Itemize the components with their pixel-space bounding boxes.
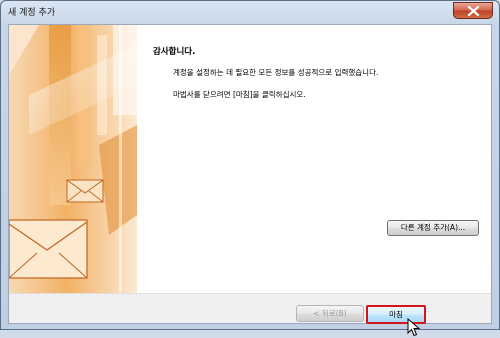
page-heading: 감사합니다. — [153, 47, 196, 57]
footer-divider — [9, 293, 491, 294]
envelope-large-icon — [9, 219, 88, 279]
add-account-dialog: 새 계정 추가 감사합니다. 계정을 설정하는 데 필요한 모든 정보를 성공적… — [0, 0, 500, 337]
close-button[interactable] — [453, 2, 493, 19]
add-another-account-button[interactable]: 다른 계정 추가(A)... — [387, 220, 479, 236]
dialog-client-area: 감사합니다. 계정을 설정하는 데 필요한 모든 정보를 성공적으로 입력했습니… — [8, 24, 492, 337]
close-icon — [467, 6, 480, 16]
back-button[interactable]: < 뒤로(B) — [296, 305, 364, 322]
success-message: 계정을 설정하는 데 필요한 모든 정보를 성공적으로 입력했습니다. — [173, 68, 379, 77]
finish-instruction: 마법사를 닫으려면 [마침]을 클릭하십시오. — [173, 90, 306, 99]
mouse-cursor-icon — [407, 318, 421, 337]
wizard-side-art — [9, 25, 137, 293]
envelope-icon — [66, 179, 104, 203]
window-title: 새 계정 추가 — [8, 8, 56, 18]
title-bar[interactable]: 새 계정 추가 — [1, 1, 499, 23]
wizard-content: 감사합니다. 계정을 설정하는 데 필요한 모든 정보를 성공적으로 입력했습니… — [9, 25, 491, 293]
